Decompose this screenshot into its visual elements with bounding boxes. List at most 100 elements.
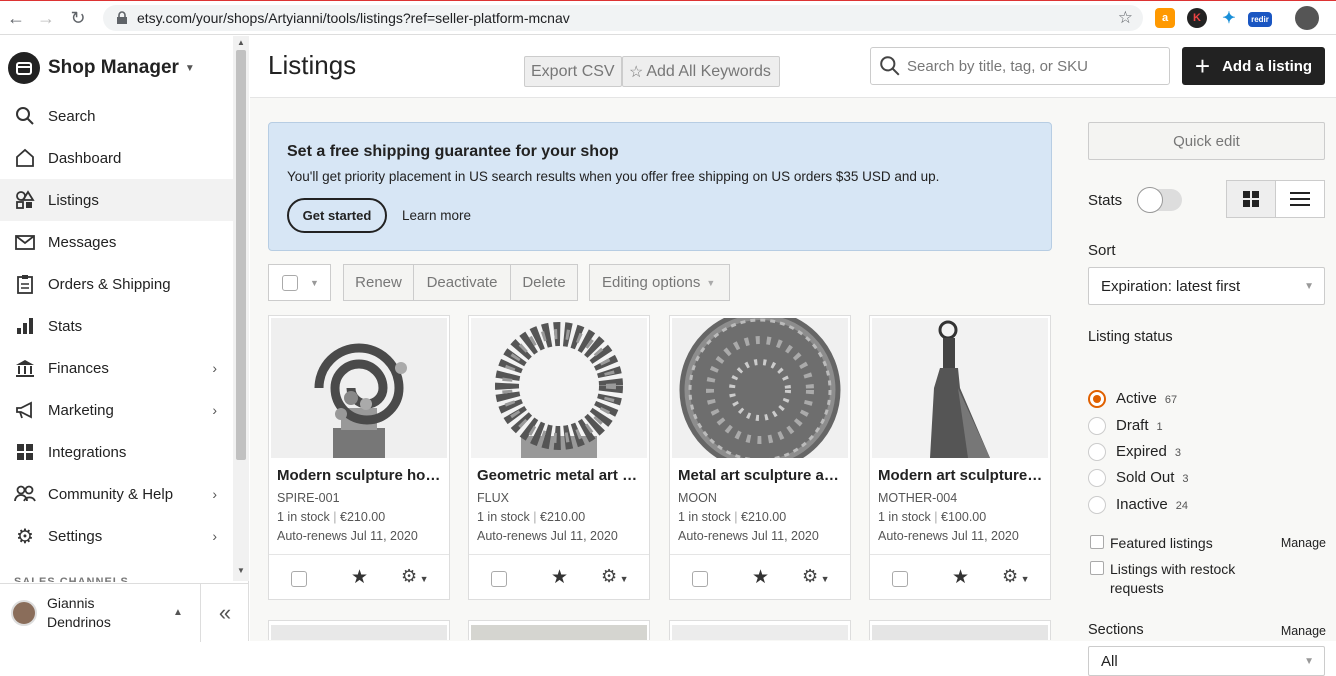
sidebar-item-messages[interactable]: Messages xyxy=(0,221,233,263)
listing-card[interactable]: Modern sculpture home decor SPIRE-001 1 … xyxy=(268,315,450,600)
sidebar-item-marketing[interactable]: Marketing › xyxy=(0,389,233,431)
listing-image[interactable] xyxy=(672,318,848,458)
featured-listings-checkbox[interactable] xyxy=(1090,535,1104,549)
listing-checkbox[interactable] xyxy=(491,571,507,587)
listing-sku: MOTHER-004 xyxy=(878,491,958,505)
add-listing-button[interactable]: + Add a listing xyxy=(1182,47,1325,85)
user-menu[interactable]: Giannis Dendrinos ▲ « xyxy=(0,583,249,642)
sidebar-item-search[interactable]: Search xyxy=(0,95,233,137)
radio-sold-out[interactable] xyxy=(1088,469,1106,487)
sidebar-item-dashboard[interactable]: Dashboard xyxy=(0,137,233,179)
gear-icon[interactable]: ⚙ ▼ xyxy=(401,566,429,587)
sort-select[interactable]: Expiration: latest first ▼ xyxy=(1088,267,1325,305)
star-icon[interactable]: ★ xyxy=(551,566,568,589)
listing-renews: Auto-renews Jul 11, 2020 xyxy=(277,529,418,543)
listing-image[interactable] xyxy=(471,318,647,458)
sidebar-item-orders-shipping[interactable]: Orders & Shipping xyxy=(0,263,233,305)
get-started-button[interactable]: Get started xyxy=(287,198,387,233)
star-icon[interactable]: ★ xyxy=(351,566,368,589)
listing-card[interactable] xyxy=(268,620,450,640)
search-input[interactable]: Search by title, tag, or SKU xyxy=(870,47,1170,85)
restock-requests-checkbox[interactable] xyxy=(1090,561,1104,575)
listing-title[interactable]: Modern art sculpture figure xyxy=(878,467,1044,484)
scroll-up-icon[interactable]: ▲ xyxy=(237,38,245,47)
sections-manage-link[interactable]: Manage xyxy=(1281,624,1326,638)
feather-extension-icon[interactable]: ✦ xyxy=(1219,8,1239,28)
editing-options-label: Editing options xyxy=(602,274,701,291)
sidebar-scrollbar[interactable]: ▲ ▼ xyxy=(233,36,249,581)
chevron-right-icon: › xyxy=(212,360,217,376)
reload-icon[interactable]: ↻ xyxy=(64,4,92,32)
quick-edit-button[interactable]: Quick edit xyxy=(1088,122,1325,160)
back-icon[interactable]: ← xyxy=(2,4,30,32)
listing-card[interactable]: Metal art sculpture abstract MOON 1 in s… xyxy=(669,315,851,600)
radio-expired[interactable] xyxy=(1088,443,1106,461)
profile-avatar-icon[interactable] xyxy=(1295,6,1319,30)
bookmark-star-icon[interactable]: ☆ xyxy=(1118,8,1133,28)
listing-card[interactable]: Geometric metal art sculpture FLUX 1 in … xyxy=(468,315,650,600)
select-all-dropdown[interactable]: ▼ xyxy=(268,264,331,301)
select-all-checkbox[interactable] xyxy=(282,274,298,291)
listing-card[interactable] xyxy=(869,620,1051,640)
search-icon xyxy=(14,105,36,127)
sidebar-item-label: Orders & Shipping xyxy=(48,275,171,293)
amazon-extension-icon[interactable]: a xyxy=(1155,8,1175,28)
star-icon[interactable]: ★ xyxy=(752,566,769,589)
sidebar-item-finances[interactable]: Finances › xyxy=(0,347,233,389)
shop-manager-menu[interactable]: Shop Manager ▼ xyxy=(8,52,195,84)
gear-icon[interactable]: ⚙ ▼ xyxy=(601,566,629,587)
featured-listings-label: Featured listings xyxy=(1110,535,1213,551)
add-all-keywords-button[interactable]: ☆ Add All Keywords xyxy=(622,56,780,87)
gear-icon[interactable]: ⚙ ▼ xyxy=(802,566,830,587)
listing-sku: MOON xyxy=(678,491,717,505)
shop-manager-logo-icon xyxy=(8,52,40,84)
sidebar-item-community-help[interactable]: Community & Help › xyxy=(0,473,233,515)
listing-checkbox[interactable] xyxy=(692,571,708,587)
radio-draft[interactable] xyxy=(1088,417,1106,435)
listing-title[interactable]: Geometric metal art sculpture xyxy=(477,467,643,484)
listing-card[interactable]: Modern art sculpture figure MOTHER-004 1… xyxy=(869,315,1051,600)
listing-card[interactable] xyxy=(468,620,650,640)
forward-icon[interactable]: → xyxy=(32,4,60,32)
listing-stock: 1 in stock xyxy=(477,510,530,524)
listing-card[interactable] xyxy=(669,620,851,640)
radio-inactive[interactable] xyxy=(1088,496,1106,514)
browser-chrome: ← → ↻ etsy.com/your/shops/Artyianni/tool… xyxy=(0,0,1336,35)
learn-more-link[interactable]: Learn more xyxy=(402,208,471,223)
sidebar-item-listings[interactable]: Listings xyxy=(0,179,233,221)
sidebar-item-stats[interactable]: Stats xyxy=(0,305,233,347)
gear-icon[interactable]: ⚙ ▼ xyxy=(1002,566,1030,587)
deactivate-button[interactable]: Deactivate xyxy=(413,264,511,301)
listing-status-label: Listing status xyxy=(1088,329,1173,345)
editing-options-dropdown[interactable]: Editing options ▼ xyxy=(589,264,730,301)
sidebar-item-label: Integrations xyxy=(48,443,127,461)
listing-image[interactable] xyxy=(872,318,1048,458)
export-csv-button[interactable]: Export CSV xyxy=(524,56,622,87)
scrollbar-thumb[interactable] xyxy=(236,50,246,460)
people-icon xyxy=(14,483,36,505)
listing-title[interactable]: Modern sculpture home decor xyxy=(277,467,443,484)
address-bar[interactable]: etsy.com/your/shops/Artyianni/tools/list… xyxy=(103,5,1143,31)
k-extension-icon[interactable]: K xyxy=(1187,8,1207,28)
sidebar-item-integrations[interactable]: Integrations xyxy=(0,431,233,473)
sections-select[interactable]: All ▼ xyxy=(1088,646,1325,676)
list-view-button[interactable] xyxy=(1275,180,1325,218)
renew-button[interactable]: Renew xyxy=(343,264,414,301)
listing-checkbox[interactable] xyxy=(892,571,908,587)
radio-active[interactable] xyxy=(1088,390,1106,408)
listing-price: €100.00 xyxy=(941,510,987,524)
featured-manage-link[interactable]: Manage xyxy=(1281,536,1326,550)
stats-toggle[interactable] xyxy=(1137,187,1182,213)
scroll-down-icon[interactable]: ▼ xyxy=(237,566,245,575)
listing-image[interactable] xyxy=(271,318,447,458)
sales-channels-label: SALES CHANNELS xyxy=(14,576,129,582)
delete-button[interactable]: Delete xyxy=(510,264,578,301)
redir-extension-icon[interactable]: redir xyxy=(1248,12,1272,27)
listing-checkbox[interactable] xyxy=(291,571,307,587)
grid-view-button[interactable] xyxy=(1226,180,1276,218)
status-label: Inactive xyxy=(1116,496,1168,513)
listing-title[interactable]: Metal art sculpture abstract xyxy=(678,467,844,484)
collapse-sidebar-button[interactable]: « xyxy=(200,584,249,642)
star-icon[interactable]: ★ xyxy=(952,566,969,589)
sidebar-item-settings[interactable]: ⚙ Settings › xyxy=(0,515,233,557)
